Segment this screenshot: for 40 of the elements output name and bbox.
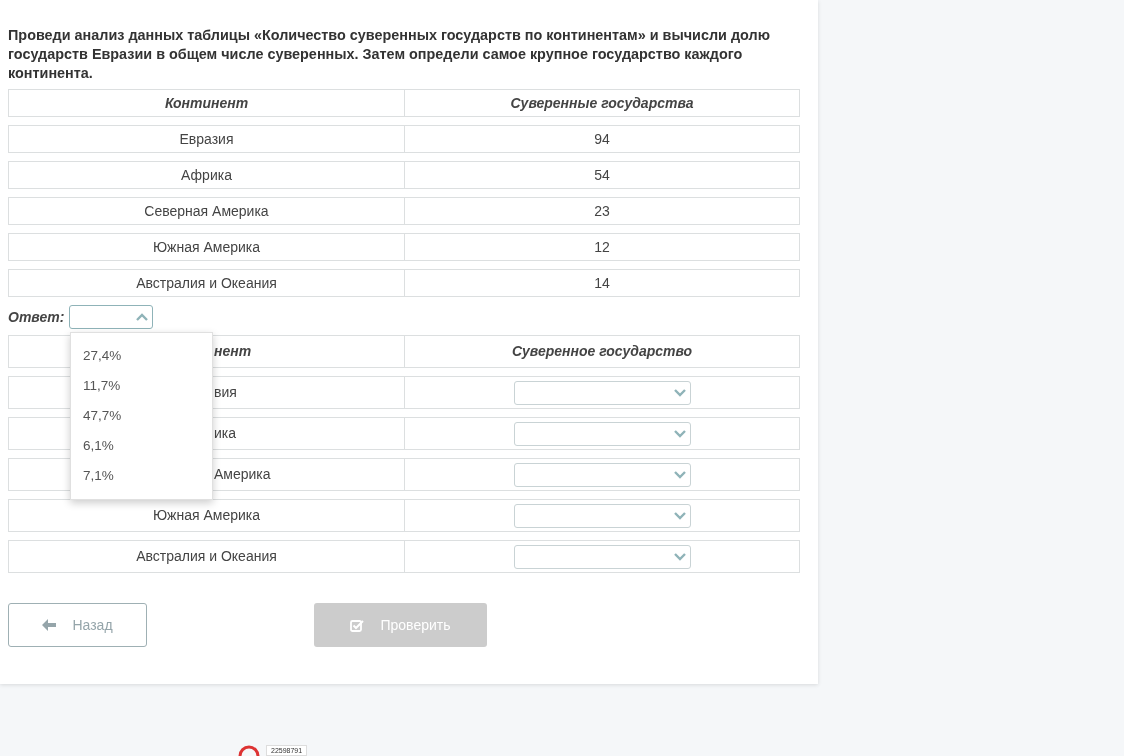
table-cell-text: Австралия и Океания xyxy=(135,273,278,293)
chevron-down-icon xyxy=(673,511,686,520)
column-header: Суверенные государства xyxy=(404,90,799,116)
checkbox-icon xyxy=(350,618,365,632)
table-cell-text: Африка xyxy=(180,165,233,185)
chevron-up-icon xyxy=(136,313,149,321)
state-dropdown[interactable] xyxy=(513,462,691,487)
chevron-down-icon xyxy=(673,470,686,479)
chevron-down-icon xyxy=(673,552,686,561)
table-cell-text: вия xyxy=(214,383,237,402)
column-header: Суверенное государство xyxy=(404,336,799,367)
table-cell-text: Северная Америка xyxy=(143,201,270,221)
table-cell-text: ика xyxy=(214,424,237,443)
table-cell-text: Австралия и Океания xyxy=(135,547,278,566)
state-dropdown[interactable] xyxy=(513,544,691,569)
answer-dropdown[interactable] xyxy=(69,305,154,329)
table-cell-text: Америка xyxy=(214,465,271,484)
dropdown-option[interactable]: 11,7% xyxy=(71,371,212,401)
column-header: нент xyxy=(214,342,252,361)
chevron-down-icon xyxy=(673,429,686,438)
dropdown-option[interactable]: 47,7% xyxy=(71,401,212,431)
table-cell-text: Южная Америка xyxy=(151,237,262,257)
table-cell: 54 xyxy=(404,162,799,188)
dropdown-option[interactable]: 7,1% xyxy=(71,461,212,491)
table-cell: 14 xyxy=(404,270,799,296)
dropdown-option[interactable]: 27,4% xyxy=(71,341,212,371)
table-cell: 12 xyxy=(404,234,799,260)
answer-label: Ответ: xyxy=(8,307,65,327)
state-dropdown[interactable] xyxy=(513,503,691,528)
left-arrow-icon xyxy=(42,619,57,631)
question-text: Проведи анализ данных таблицы «Количество суверенных государств по континентам» и вычисли долю государств Евразии в общем числе суверенных. Затем определи самое крупное государство каждого континента. xyxy=(8,26,771,83)
table-cell-text: Южная Америка xyxy=(151,506,262,525)
column-header: Континент xyxy=(163,93,250,113)
state-dropdown[interactable] xyxy=(513,421,691,446)
table-cell-text: Евразия xyxy=(178,129,235,149)
table-cell: 94 xyxy=(404,126,799,152)
dropdown-option[interactable]: 6,1% xyxy=(71,431,212,461)
state-dropdown[interactable] xyxy=(513,380,691,405)
chevron-down-icon xyxy=(673,388,686,397)
table-cell: 23 xyxy=(404,198,799,224)
